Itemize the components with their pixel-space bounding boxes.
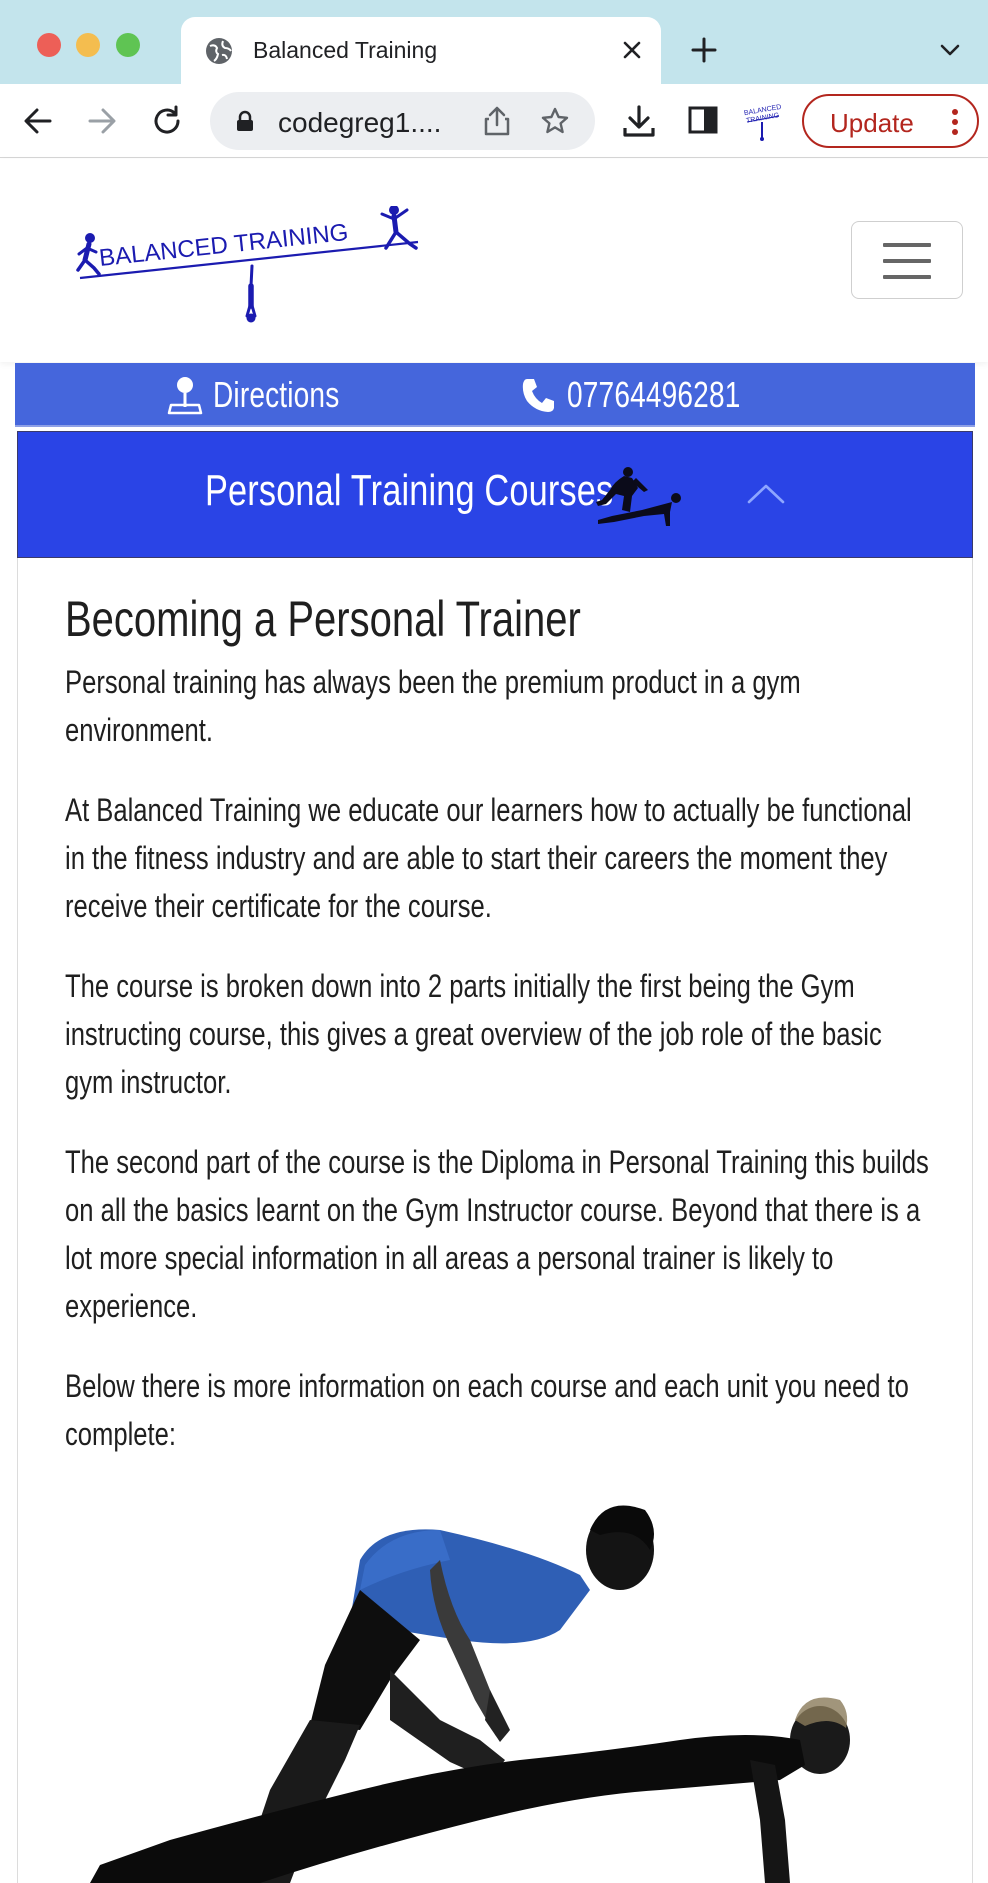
update-button[interactable]: Update	[802, 94, 979, 148]
reload-icon[interactable]	[150, 104, 184, 138]
page-title: Becoming a Personal Trainer	[65, 591, 581, 647]
phone-icon	[522, 379, 554, 412]
globe-icon	[206, 38, 232, 64]
paragraph-course-parts: The course is broken down into 2 parts i…	[65, 968, 882, 1100]
article-content: Becoming a Personal Trainer Personal tra…	[65, 588, 935, 1490]
browser-toolbar: codegreg1.... BALANCED TRAINING Update	[0, 84, 988, 158]
update-label: Update	[830, 108, 914, 138]
accordion-personal-training-courses[interactable]: Personal Training Courses	[17, 431, 973, 558]
lock-icon	[237, 110, 253, 131]
extension-logo-icon[interactable]: BALANCED TRAINING	[741, 98, 785, 144]
forward-arrow-icon[interactable]	[86, 106, 118, 136]
menu-toggle-button[interactable]	[851, 221, 963, 299]
browser-tab-active[interactable]: Balanced Training	[181, 17, 661, 84]
site-header: BALANCED TRAINING	[0, 159, 988, 362]
download-icon[interactable]	[622, 104, 656, 138]
star-icon[interactable]	[540, 106, 570, 136]
back-arrow-icon[interactable]	[22, 106, 54, 136]
more-menu-icon[interactable]	[951, 108, 959, 136]
url-text: codegreg1....	[278, 107, 442, 138]
site-logo[interactable]: BALANCED TRAINING	[76, 206, 420, 324]
chevron-up-icon[interactable]	[747, 482, 785, 504]
window-minimize-button[interactable]	[76, 33, 100, 57]
paragraph-diploma: The second part of the course is the Dip…	[65, 1144, 929, 1324]
map-pin-icon	[167, 377, 203, 415]
menu-bar-top	[883, 243, 931, 247]
address-bar[interactable]: codegreg1....	[210, 92, 595, 150]
paragraph-education: At Balanced Training we educate our lear…	[65, 792, 912, 924]
contact-bar: Directions 07764496281	[15, 363, 975, 427]
trainer-silhouette-icon	[596, 467, 681, 526]
share-icon[interactable]	[482, 105, 512, 137]
directions-link[interactable]: Directions	[167, 371, 373, 419]
logo-text: BALANCED TRAINING	[98, 219, 350, 272]
trainer-photo	[90, 1505, 850, 1883]
chevron-down-icon[interactable]	[938, 40, 962, 60]
phone-link[interactable]: 07764496281	[521, 371, 767, 419]
menu-bar-middle	[883, 259, 931, 263]
directions-label: Directions	[213, 374, 340, 415]
menu-bar-bottom	[883, 275, 931, 279]
close-icon[interactable]	[621, 39, 643, 61]
paragraph-more-info: Below there is more information on each …	[65, 1368, 909, 1452]
phone-number: 07764496281	[567, 374, 741, 415]
browser-tab-strip: Balanced Training	[0, 0, 988, 84]
paragraph-intro: Personal training has always been the pr…	[65, 664, 801, 748]
window-zoom-button[interactable]	[116, 33, 140, 57]
window-close-button[interactable]	[37, 33, 61, 57]
tab-title: Balanced Training	[253, 37, 438, 63]
side-panel-icon[interactable]	[688, 105, 718, 135]
new-tab-icon[interactable]	[690, 36, 718, 64]
